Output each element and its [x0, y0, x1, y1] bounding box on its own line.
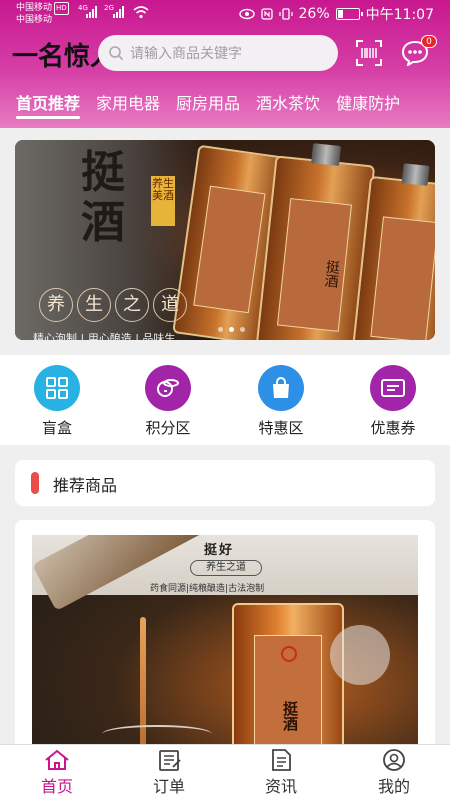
grid-icon	[46, 377, 68, 399]
status-right: 26% 中午11:07	[238, 4, 434, 24]
battery-icon	[335, 8, 363, 20]
news-icon	[272, 749, 291, 771]
nav-home[interactable]: 首页	[17, 749, 97, 797]
section-header: 推荐商品	[15, 460, 435, 506]
product-bottle-label: 挺酒	[281, 701, 299, 731]
banner-carousel[interactable]: 挺酒 挺酒 养生美酒 养 生 之 道 精心泡制 | 用心酿造 | 品味生	[15, 140, 435, 340]
tab-appliances[interactable]: 家用电器	[96, 90, 160, 124]
status-bar: 中国移动 HD 中国移动 4G 2G 26% 中午11:07	[0, 0, 450, 28]
bottom-nav: 首页 订单 资讯 我的	[0, 744, 450, 800]
shopping-bag-icon	[273, 377, 289, 398]
category-tabs: 首页推荐 家用电器 厨房用品 酒水茶饮 健康防护	[0, 90, 450, 124]
carousel-indicator[interactable]	[218, 327, 245, 332]
quick-nav-icon-bg	[258, 365, 304, 411]
quick-nav-deals[interactable]: 特惠区	[241, 365, 321, 438]
carrier-info: 中国移动 HD 中国移动	[16, 2, 69, 26]
coins-icon	[157, 379, 179, 397]
floating-action-button[interactable]	[330, 625, 390, 685]
product-brand: 挺好	[204, 543, 235, 558]
eye-icon	[238, 8, 255, 20]
search-input[interactable]: 请输入商品关键字	[98, 35, 338, 71]
slogan-char: 之	[115, 288, 149, 322]
barcode-scan-icon[interactable]	[356, 40, 382, 66]
clock: 中午11:07	[365, 7, 434, 23]
quick-nav-icon-bg	[34, 365, 80, 411]
slogan-char: 养	[39, 288, 73, 322]
banner-title: 挺酒	[81, 147, 125, 248]
wifi-icon	[133, 6, 149, 19]
message-count-badge: 0	[421, 35, 437, 48]
tab-drinks[interactable]: 酒水茶饮	[256, 90, 320, 124]
nav-orders[interactable]: 订单	[129, 749, 209, 797]
nav-label: 资讯	[264, 777, 297, 796]
ticket-icon	[381, 379, 405, 397]
order-icon	[159, 750, 181, 771]
nav-label: 订单	[152, 777, 185, 796]
battery-percent: 26%	[298, 6, 330, 22]
banner-seal: 养生美酒	[151, 176, 175, 226]
home-icon	[45, 749, 69, 770]
quick-nav-icon-bg	[145, 365, 191, 411]
brand-logo-icon	[281, 646, 297, 662]
profile-icon	[383, 749, 405, 771]
product-bottle: 挺酒	[232, 603, 344, 750]
quick-nav-label: 盲盒	[41, 419, 72, 437]
nav-news[interactable]: 资讯	[241, 749, 321, 797]
banner-slogan: 养 生 之 道	[39, 288, 187, 322]
battery-fill	[337, 10, 343, 18]
hd-badge: HD	[54, 2, 69, 15]
quick-nav-icon-bg	[370, 365, 416, 411]
tab-kitchen[interactable]: 厨房用品	[176, 90, 240, 124]
tab-health[interactable]: 健康防护	[336, 90, 400, 124]
carousel-dot[interactable]	[218, 327, 223, 332]
carousel-dot[interactable]	[229, 327, 234, 332]
quick-nav: 盲盒 积分区 特惠区 优惠券	[0, 355, 450, 445]
signal-icon	[86, 6, 97, 18]
search-icon	[109, 46, 124, 61]
vibrate-icon	[278, 8, 293, 20]
product-bottle-label-panel: 挺酒	[254, 635, 322, 745]
signal-icon-2	[113, 6, 124, 18]
nfc-icon	[260, 8, 273, 20]
nav-label: 首页	[40, 777, 73, 796]
nav-label: 我的	[377, 777, 410, 796]
quick-nav-label: 积分区	[145, 419, 191, 437]
carousel-dot[interactable]	[240, 327, 245, 332]
carrier-1: 中国移动	[16, 3, 53, 13]
banner-tagline: 精心泡制 | 用心酿造 | 品味生	[33, 332, 176, 340]
quick-nav-coupons[interactable]: 优惠券	[353, 365, 433, 438]
carrier-2: 中国移动	[16, 15, 53, 25]
product-slogan: 养生之道	[190, 560, 262, 576]
quick-nav-blind-box[interactable]: 盲盒	[17, 365, 97, 438]
search-placeholder: 请输入商品关键字	[130, 46, 242, 62]
tab-recommend[interactable]: 首页推荐	[16, 90, 81, 124]
nav-profile[interactable]: 我的	[354, 749, 434, 797]
product-features: 药食同源|纯粮酿造|古法泡制	[150, 584, 265, 594]
section-title: 推荐商品	[53, 476, 118, 495]
header-area: 中国移动 HD 中国移动 4G 2G 26% 中午11:07 一名惊人 请输入商品…	[0, 0, 450, 128]
banner-bottle-label: 挺酒	[321, 259, 341, 289]
quick-nav-label: 特惠区	[258, 419, 304, 437]
quick-nav-label: 优惠券	[370, 419, 416, 437]
slogan-char: 生	[77, 288, 111, 322]
quick-nav-points[interactable]: 积分区	[128, 365, 208, 438]
slogan-char: 道	[153, 288, 187, 322]
section-accent-bar	[31, 472, 39, 494]
